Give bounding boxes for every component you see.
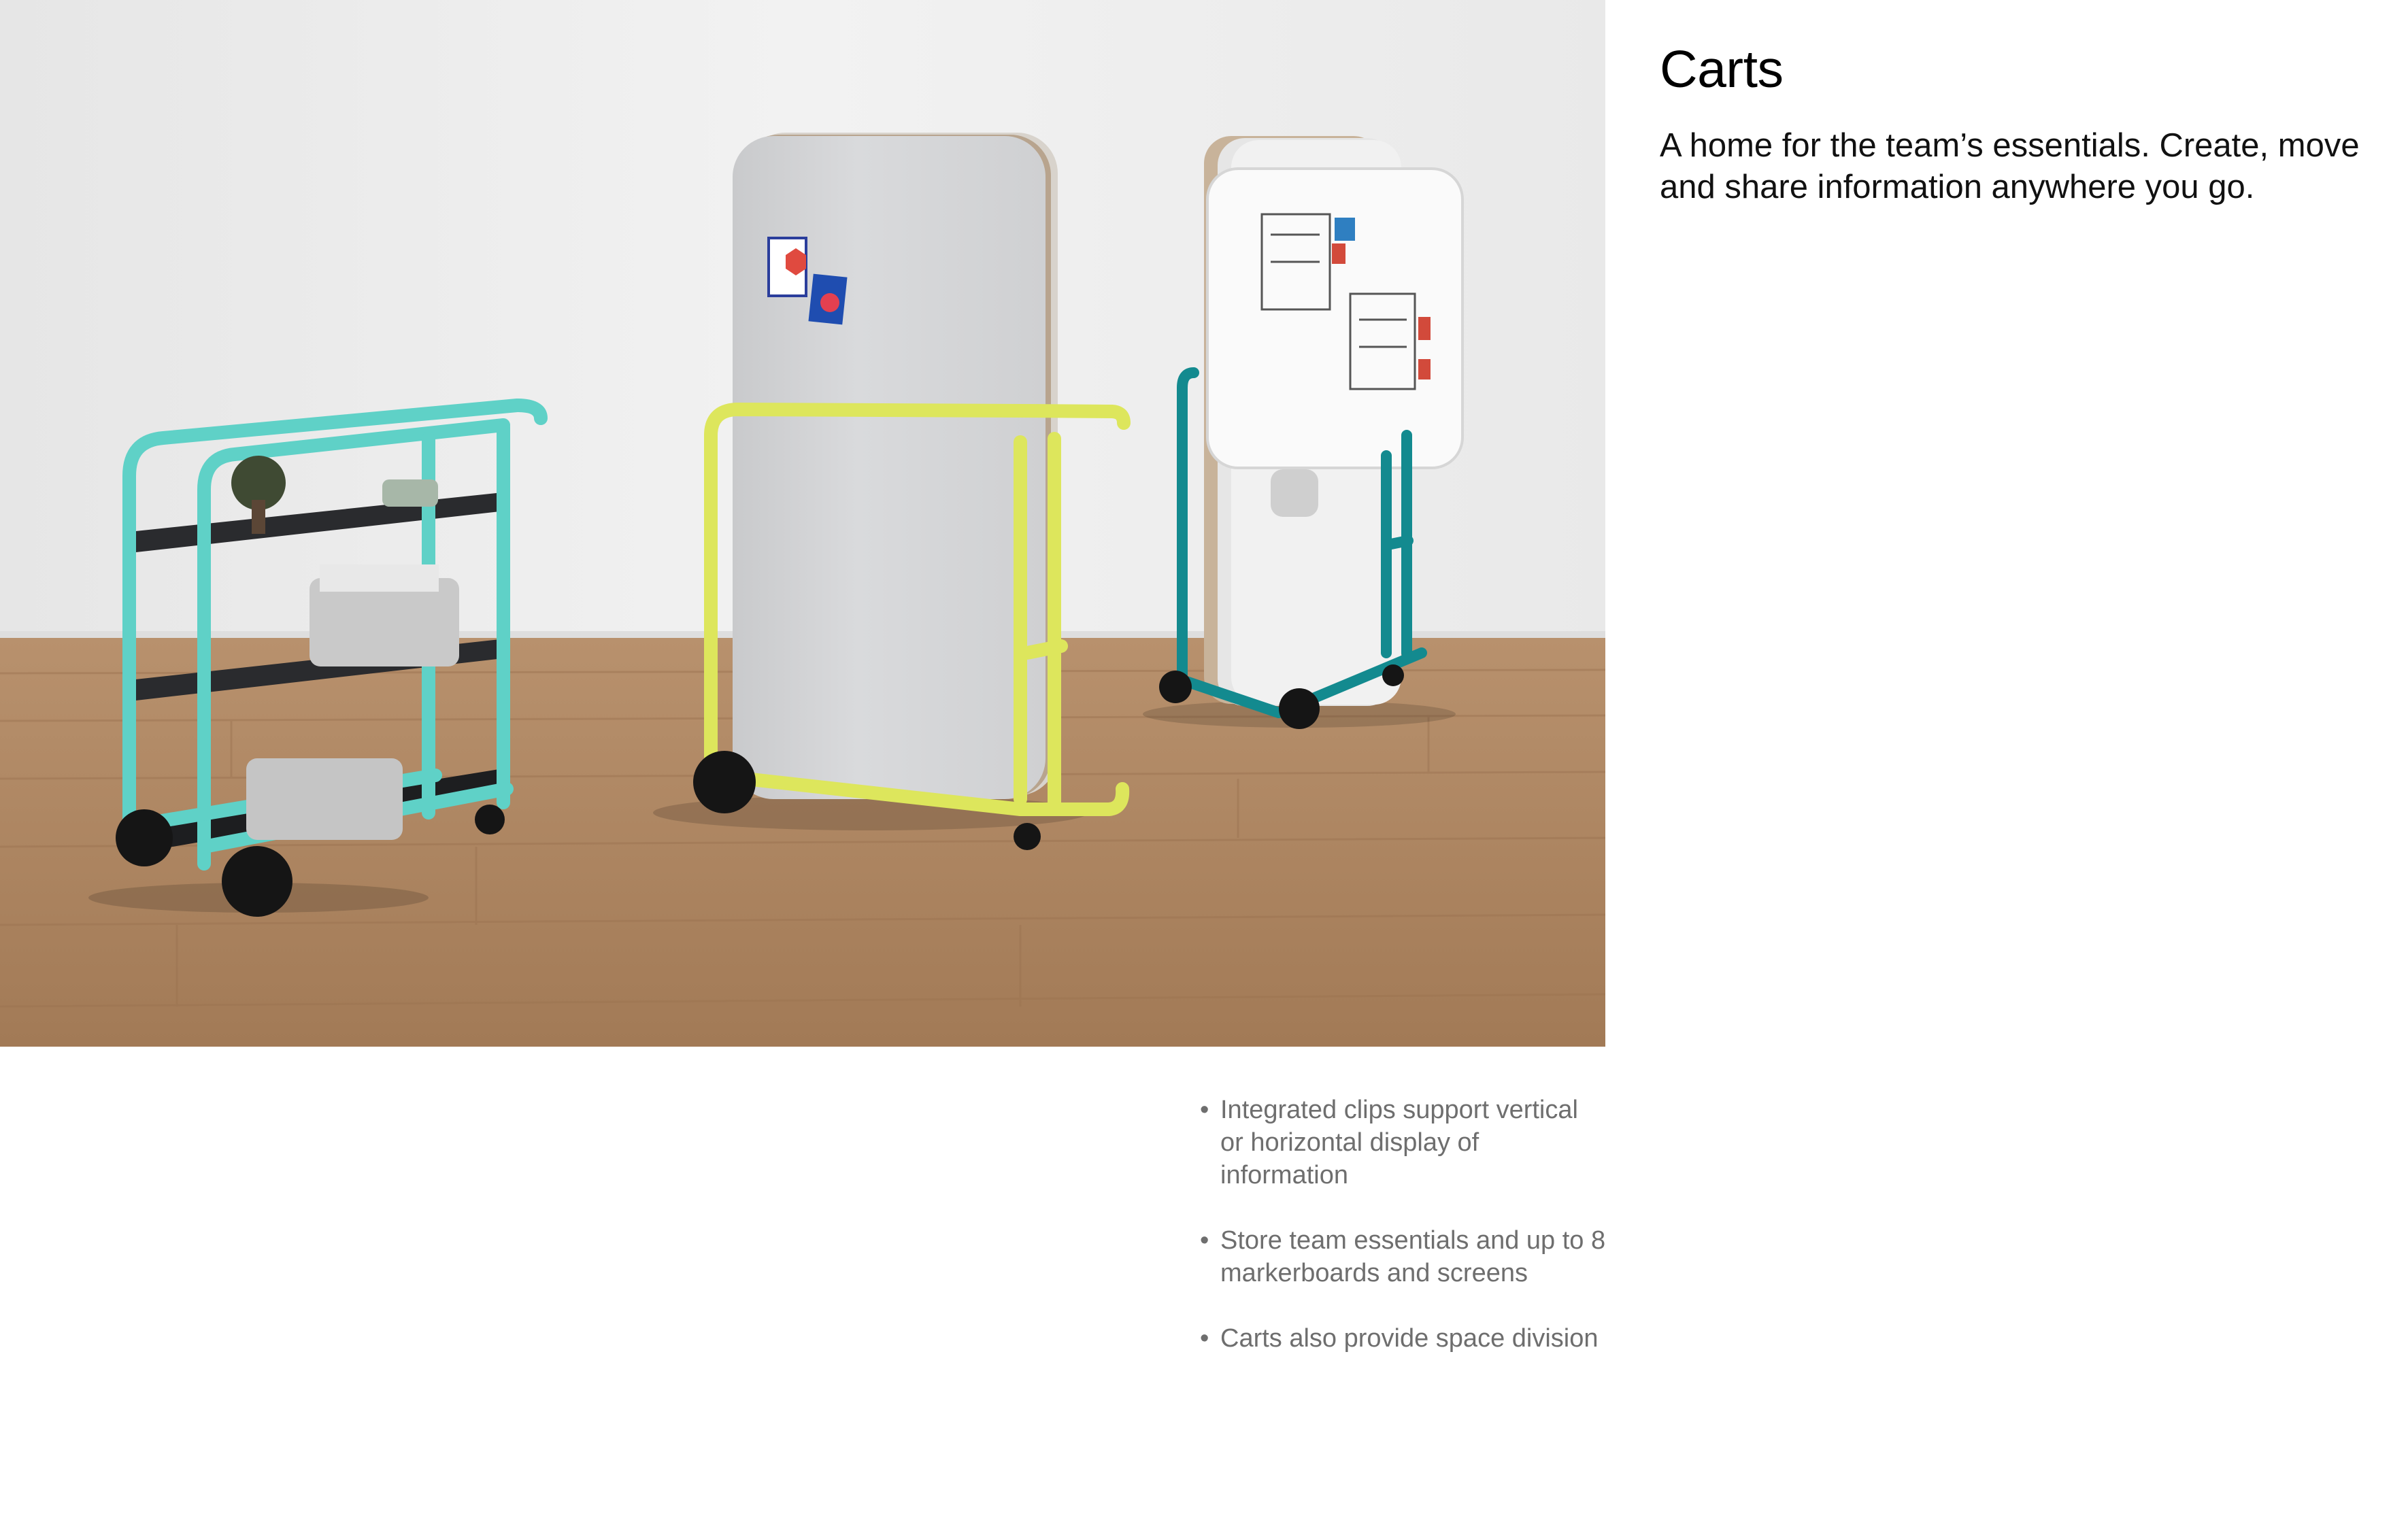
feature-item: • Integrated clips support vertical or h… xyxy=(1200,1094,1608,1192)
feature-text: Store team essentials and up to 8 marker… xyxy=(1220,1226,1606,1287)
bullet-dot: • xyxy=(1200,1226,1209,1255)
feature-item: • Store team essentials and up to 8 mark… xyxy=(1200,1224,1608,1289)
product-photo xyxy=(0,0,1605,1047)
bullet-dot: • xyxy=(1200,1096,1209,1124)
page-title: Carts xyxy=(1660,40,1784,99)
feature-item: • Carts also provide space division xyxy=(1200,1322,1608,1355)
bullet-dot: • xyxy=(1200,1324,1209,1353)
feature-text: Carts also provide space division xyxy=(1220,1324,1599,1353)
feature-list: • Integrated clips support vertical or h… xyxy=(1200,1094,1608,1387)
feature-text: Integrated clips support vertical or hor… xyxy=(1220,1096,1578,1189)
page-subtitle: A home for the team’s essentials. Create… xyxy=(1660,127,2360,205)
